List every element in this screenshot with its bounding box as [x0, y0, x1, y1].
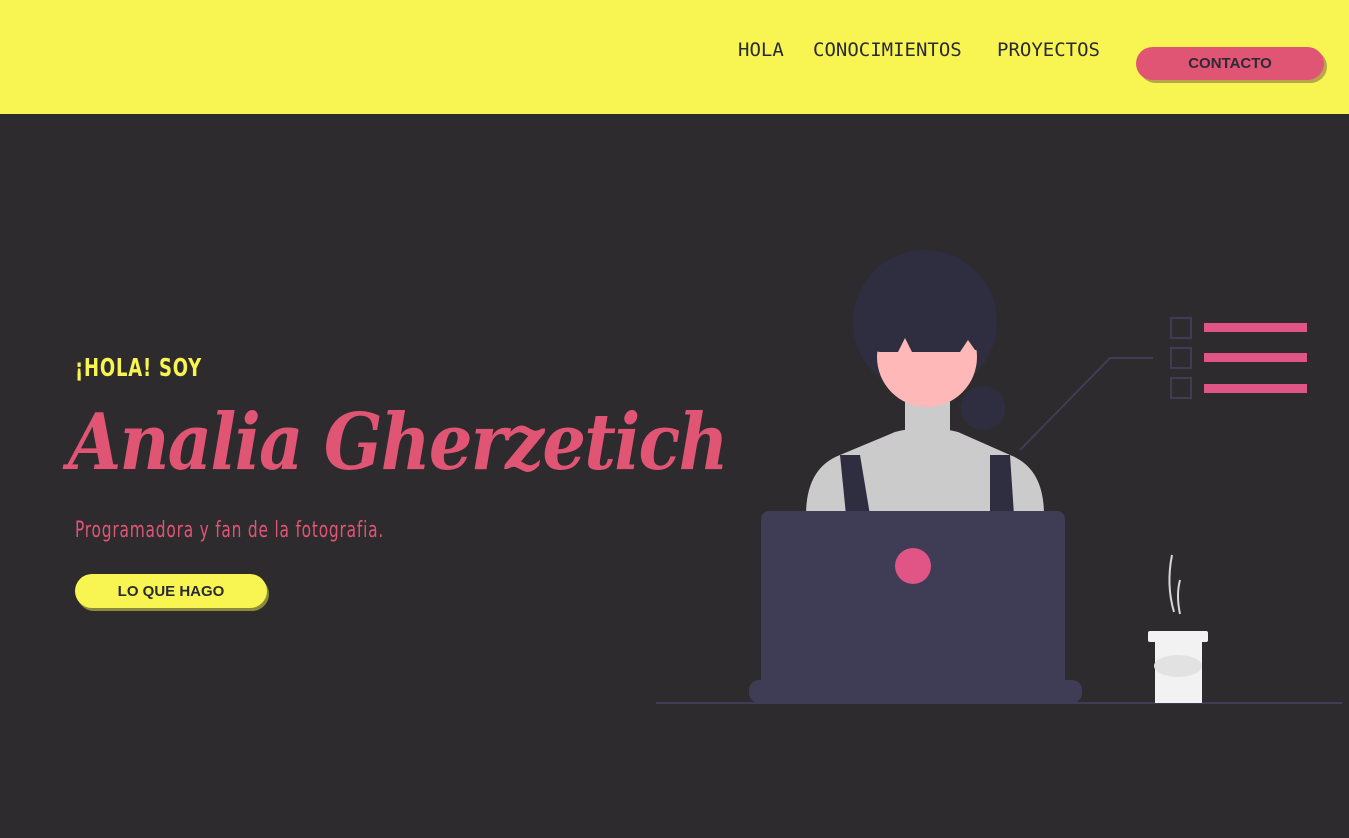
- hair-bun: [961, 386, 1005, 430]
- nav-link-hola[interactable]: HOLA: [738, 37, 784, 63]
- woman-at-laptop-illustration: [656, 250, 1342, 704]
- laptop-logo: [895, 548, 931, 584]
- nav-link-conocimientos[interactable]: CONOCIMIENTOS: [813, 37, 962, 63]
- site-header: HOLA CONOCIMIENTOS PROYECTOS CONTACTO: [0, 0, 1349, 114]
- nav-link-proyectos[interactable]: PROYECTOS: [997, 37, 1100, 63]
- hero-subtitle: Programadora y fan de la fotografia.: [75, 518, 385, 543]
- laptop: [761, 511, 1065, 696]
- what-i-do-button[interactable]: LO QUE HAGO: [75, 574, 267, 608]
- contact-button[interactable]: CONTACTO: [1136, 47, 1324, 80]
- checklist-icon: [1019, 317, 1307, 451]
- coffee-cup-icon: [1148, 554, 1208, 703]
- hero-name: Analia Gherzetich: [68, 397, 728, 488]
- hero-greeting: ¡HOLA! SOY: [75, 353, 202, 382]
